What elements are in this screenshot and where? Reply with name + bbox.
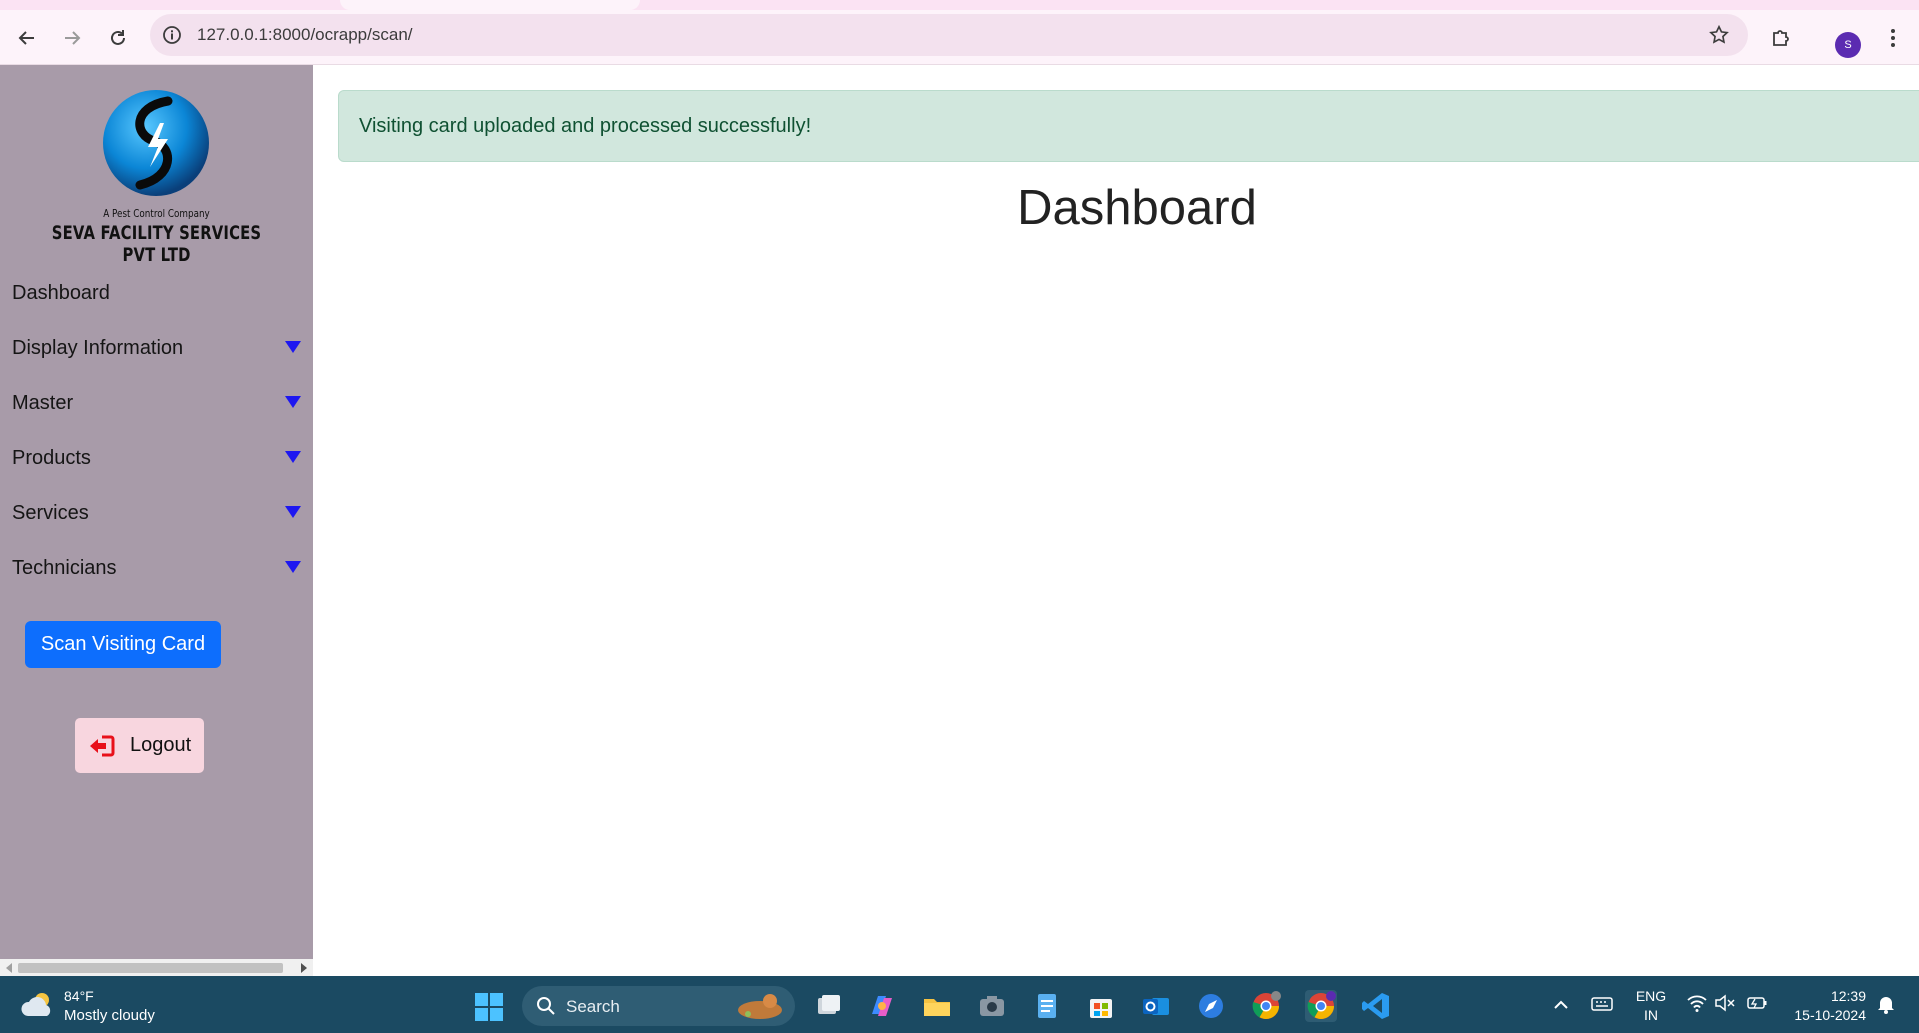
logout-button[interactable]: Logout	[75, 718, 204, 773]
app-compass-icon[interactable]	[1195, 990, 1227, 1022]
site-info-icon[interactable]	[162, 25, 182, 45]
caret-down-icon[interactable]	[285, 506, 301, 518]
chrome-icon[interactable]	[1250, 990, 1282, 1022]
clock-time[interactable]: 12:39	[1786, 988, 1866, 1004]
reload-button[interactable]	[103, 23, 133, 53]
sidebar-item-services[interactable]: Services	[0, 493, 313, 533]
caret-down-icon[interactable]	[285, 561, 301, 573]
region-indicator[interactable]: IN	[1633, 1007, 1669, 1023]
active-tab[interactable]	[340, 0, 640, 10]
sidebar-item-products[interactable]: Products	[0, 438, 313, 478]
browser-tab-strip	[0, 0, 1919, 10]
success-alert: Visiting card uploaded and processed suc…	[338, 90, 1919, 162]
sidebar-item-display-information[interactable]: Display Information	[0, 328, 313, 368]
task-view-icon[interactable]	[812, 990, 844, 1022]
sidebar-item-label: Technicians	[12, 556, 117, 579]
company-logo	[103, 90, 209, 196]
bookmark-star-icon[interactable]	[1708, 24, 1730, 46]
extensions-button[interactable]	[1766, 23, 1796, 53]
show-hidden-icons-chevron-icon[interactable]	[1553, 998, 1569, 1010]
weather-description[interactable]: Mostly cloudy	[64, 1007, 155, 1024]
language-indicator[interactable]: ENG	[1633, 988, 1669, 1004]
notification-bell-icon[interactable]	[1877, 994, 1895, 1014]
logout-label: Logout	[130, 734, 192, 756]
scrollbar-thumb[interactable]	[18, 963, 283, 973]
back-button[interactable]	[12, 23, 42, 53]
scan-visiting-card-button[interactable]: Scan Visiting Card	[25, 621, 221, 668]
caret-down-icon[interactable]	[285, 396, 301, 408]
cloudy-weather-icon[interactable]	[20, 990, 56, 1020]
sidebar-item-label: Services	[12, 501, 89, 524]
caret-down-icon[interactable]	[285, 451, 301, 463]
search-label: Search	[566, 997, 620, 1016]
sign-out-icon	[90, 735, 115, 756]
arrow-left-icon	[18, 31, 34, 45]
clock-date[interactable]: 15-10-2024	[1776, 1007, 1866, 1023]
sidebar-item-dashboard[interactable]: Dashboard	[0, 273, 313, 313]
sidebar-item-master[interactable]: Master	[0, 383, 313, 423]
profile-avatar[interactable]: S	[1835, 32, 1861, 58]
notepad-icon[interactable]	[1031, 990, 1063, 1022]
sidebar-item-label: Display Information	[12, 336, 184, 359]
arrow-right-icon	[65, 31, 81, 45]
sidebar: A Pest Control Company SEVA FACILITY SER…	[0, 65, 313, 976]
address-bar[interactable]: 127.0.0.1:8000/ocrapp/scan/	[150, 14, 1748, 56]
company-name: SEVA FACILITY SERVICES PVT LTD	[51, 222, 262, 266]
browser-toolbar: 127.0.0.1:8000/ocrapp/scan/ S	[0, 10, 1919, 65]
taskbar-search-box[interactable]: Search	[522, 986, 795, 1026]
chrome-profile-icon[interactable]	[1305, 990, 1337, 1022]
search-icon	[537, 997, 555, 1015]
puzzle-icon	[1773, 30, 1789, 46]
copilot-icon[interactable]	[866, 990, 898, 1022]
file-explorer-icon[interactable]	[921, 990, 953, 1022]
sidebar-item-label: Products	[12, 446, 91, 469]
scroll-left-arrow-icon[interactable]	[6, 963, 12, 973]
volume-muted-icon[interactable]	[1714, 994, 1736, 1012]
sidebar-item-technicians[interactable]: Technicians	[0, 548, 313, 588]
url-text[interactable]: 127.0.0.1:8000/ocrapp/scan/	[197, 25, 413, 45]
company-tagline: A Pest Control Company	[103, 207, 210, 220]
page-title: Dashboard	[1017, 181, 1257, 235]
search-highlight-icon	[738, 994, 782, 1019]
browser-menu-button[interactable]	[1878, 23, 1908, 53]
wifi-icon[interactable]	[1686, 993, 1708, 1013]
caret-down-icon[interactable]	[285, 341, 301, 353]
sidebar-item-label: Dashboard	[12, 281, 110, 304]
microsoft-store-icon[interactable]	[1085, 990, 1117, 1022]
forward-button[interactable]	[57, 23, 87, 53]
horizontal-scrollbar[interactable]	[0, 959, 313, 976]
taskbar: 84°F Mostly cloudy Search ENG IN 12:39 1…	[0, 976, 1919, 1033]
scroll-right-arrow-icon[interactable]	[301, 963, 307, 973]
reload-icon	[111, 30, 125, 45]
sidebar-item-label: Master	[12, 391, 74, 414]
kebab-menu-icon	[1891, 29, 1895, 47]
outlook-icon[interactable]	[1140, 990, 1172, 1022]
keyboard-icon[interactable]	[1591, 996, 1613, 1012]
camera-icon[interactable]	[976, 990, 1008, 1022]
windows-start-icon[interactable]	[473, 991, 505, 1023]
vscode-icon[interactable]	[1360, 990, 1392, 1022]
weather-temperature[interactable]: 84°F	[64, 988, 94, 1004]
battery-icon[interactable]	[1746, 995, 1768, 1011]
